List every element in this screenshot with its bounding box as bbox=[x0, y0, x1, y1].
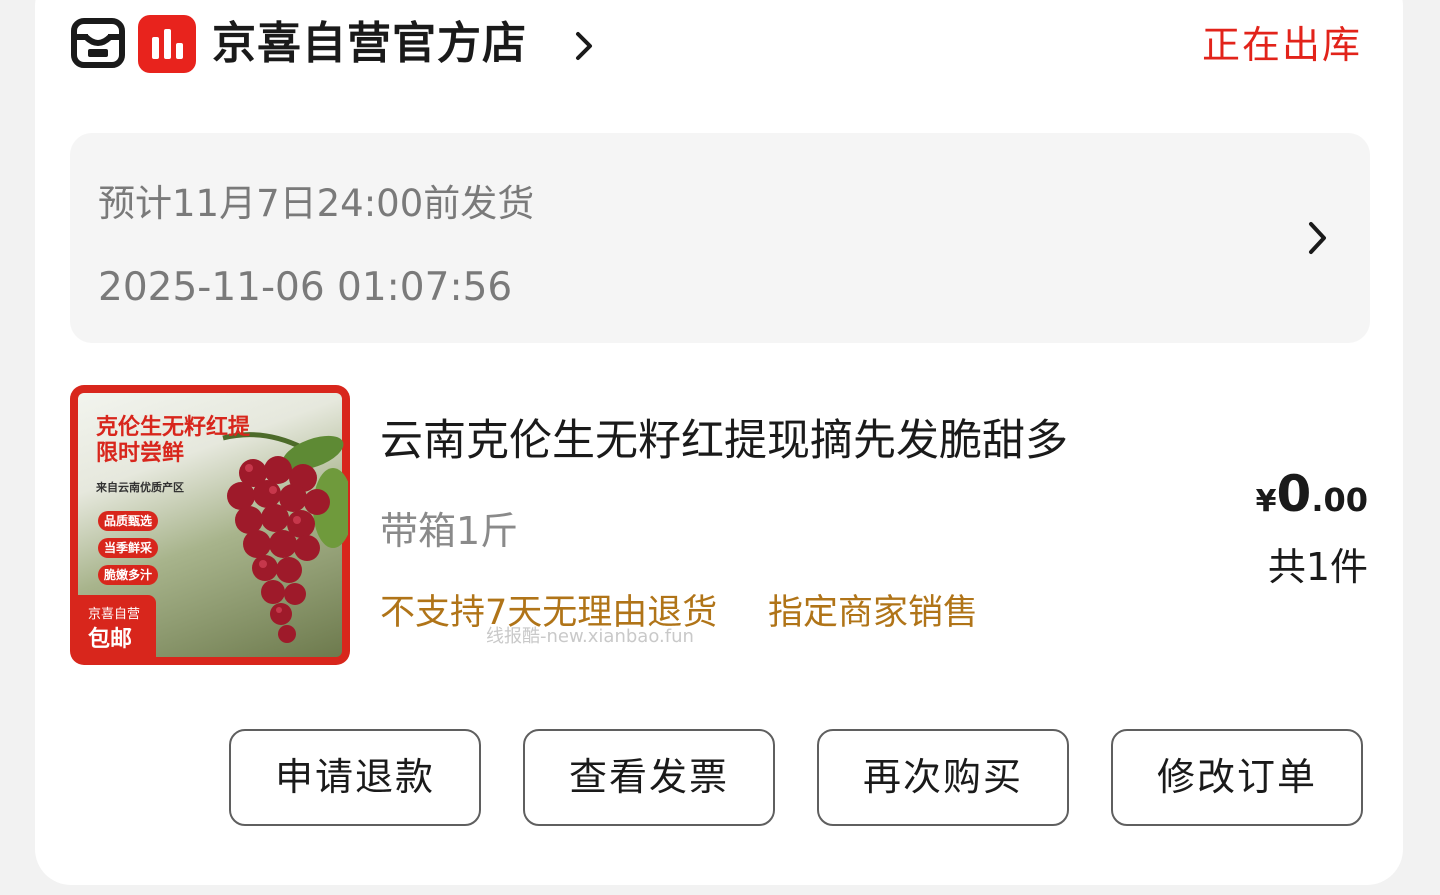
product-quantity: 共1件 bbox=[1267, 545, 1368, 589]
image-tag: 脆嫩多汁 bbox=[98, 565, 159, 585]
buy-again-button[interactable]: 再次购买 bbox=[817, 729, 1069, 826]
order-status: 正在出库 bbox=[1201, 23, 1362, 67]
shop-name[interactable]: 京喜自营官方店 bbox=[212, 14, 527, 74]
watermark: 线报酷-new.xianbao.fun bbox=[486, 626, 694, 647]
product-spec: 带箱1斤 bbox=[380, 509, 519, 553]
chevron-right-icon[interactable] bbox=[572, 28, 596, 64]
product-image[interactable]: 克伦生无籽红提 限时尝鲜 来自云南优质产区 品质甄选 当季鲜采 脆嫩多汁 京喜自… bbox=[70, 385, 350, 665]
image-corner-line1: 京喜自营 bbox=[88, 607, 141, 622]
store-icon[interactable] bbox=[70, 15, 126, 71]
image-tag: 当季鲜采 bbox=[98, 538, 159, 558]
image-corner-badge: 京喜自营 包邮 bbox=[78, 595, 156, 657]
image-tag: 品质甄选 bbox=[98, 511, 159, 531]
chevron-right-icon[interactable] bbox=[1304, 218, 1330, 258]
image-title-line2: 限时尝鲜 bbox=[96, 441, 185, 466]
delivery-estimate: 预计11月7日24:00前发货 bbox=[98, 182, 535, 225]
image-title-line1: 克伦生无籽红提 bbox=[96, 415, 251, 440]
image-corner-line2: 包邮 bbox=[88, 627, 133, 652]
shop-badge-icon bbox=[138, 15, 196, 73]
view-invoice-button[interactable]: 查看发票 bbox=[523, 729, 775, 826]
product-title[interactable]: 云南克伦生无籽红提现摘先发脆甜多 bbox=[380, 412, 1068, 470]
product-tag-seller: 指定商家销售 bbox=[768, 593, 979, 633]
price-currency: ¥ bbox=[1255, 484, 1277, 519]
price-decimal: .00 bbox=[1311, 481, 1368, 519]
refund-button[interactable]: 申请退款 bbox=[229, 729, 481, 826]
product-price: ¥0.00 bbox=[1256, 462, 1368, 538]
delivery-timestamp: 2025-11-06 01:07:56 bbox=[98, 265, 513, 310]
image-title: 克伦生无籽红提 限时尝鲜 bbox=[96, 415, 250, 467]
price-integer: 0 bbox=[1276, 465, 1312, 523]
image-subtitle: 来自云南优质产区 bbox=[96, 481, 184, 494]
modify-order-button[interactable]: 修改订单 bbox=[1111, 729, 1363, 826]
